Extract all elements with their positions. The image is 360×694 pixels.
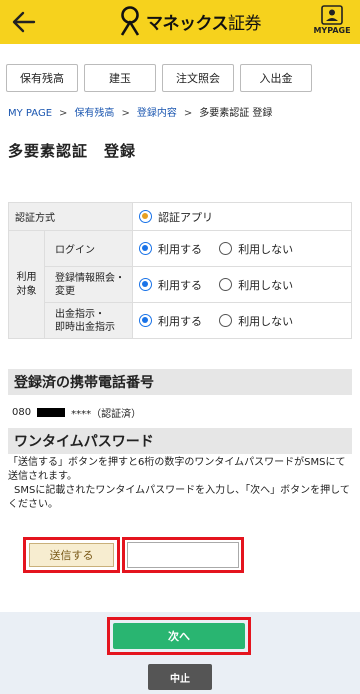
withdraw-nouse-radio[interactable] bbox=[219, 314, 233, 327]
back-button[interactable] bbox=[6, 4, 42, 40]
next-button-highlight: 次へ bbox=[107, 617, 251, 655]
row-label-info: 登録情報照会・ 変更 bbox=[44, 266, 133, 303]
mypage-label: MYPAGE bbox=[313, 26, 351, 35]
auth-method-cell: 認証アプリ bbox=[132, 202, 352, 231]
otp-desc-1: 「送信する」ボタンを押すと6桁の数字のワンタイムパスワードがSMSにて送信されま… bbox=[8, 457, 346, 482]
breadcrumb-mypage[interactable]: MY PAGE bbox=[8, 108, 52, 119]
info-use-radio[interactable] bbox=[139, 278, 152, 291]
auth-settings-table: 認証方式 認証アプリ 利用 対象 ログイン 利用する 利用しない 登録情報照会・変… bbox=[8, 202, 352, 339]
next-button[interactable]: 次へ bbox=[113, 623, 245, 649]
mypage-button[interactable]: MYPAGE bbox=[310, 3, 354, 41]
tab-deposit-withdraw[interactable]: 入出金 bbox=[240, 64, 312, 92]
page-title: 多要素認証 登録 bbox=[8, 142, 137, 160]
arrow-left-icon bbox=[12, 11, 36, 33]
account-tabs: 保有残高 建玉 注文照会 入出金 bbox=[0, 64, 360, 92]
auth-method-label: 認証方式 bbox=[8, 202, 133, 231]
otp-input[interactable] bbox=[127, 542, 239, 568]
breadcrumb-current: 多要素認証 登録 bbox=[199, 108, 273, 119]
breadcrumb: MY PAGE > 保有残高 > 登録内容 > 多要素認証 登録 bbox=[8, 104, 272, 119]
auth-method-value: 認証アプリ bbox=[158, 210, 213, 224]
send-button-highlight: 送信する bbox=[23, 537, 120, 573]
login-options: 利用する 利用しない bbox=[132, 230, 352, 267]
usage-target-label: 利用 対象 bbox=[8, 230, 45, 339]
send-button[interactable]: 送信する bbox=[29, 543, 114, 567]
tab-orders[interactable]: 注文照会 bbox=[162, 64, 234, 92]
withdraw-options: 利用する 利用しない bbox=[132, 302, 352, 339]
info-nouse-radio[interactable] bbox=[219, 278, 233, 291]
app-header: マネックス証券 MYPAGE bbox=[0, 0, 360, 44]
withdraw-use-radio[interactable] bbox=[139, 314, 152, 327]
breadcrumb-holdings[interactable]: 保有残高 bbox=[74, 108, 114, 119]
row-label-withdraw: 出金指示・ 即時出金指示 bbox=[44, 302, 133, 339]
row-label-login: ログイン bbox=[44, 230, 133, 267]
phone-section-title: 登録済の携帯電話番号 bbox=[8, 369, 352, 395]
auth-app-radio[interactable] bbox=[139, 210, 152, 223]
login-nouse-radio[interactable] bbox=[219, 242, 233, 255]
tab-holdings[interactable]: 保有残高 bbox=[6, 64, 78, 92]
info-options: 利用する 利用しない bbox=[132, 266, 352, 303]
breadcrumb-separator: > bbox=[59, 108, 68, 119]
otp-input-highlight bbox=[122, 537, 244, 573]
masked-number bbox=[37, 408, 66, 417]
monex-logo-icon bbox=[120, 6, 140, 36]
registered-phone: 080 ****（認証済） bbox=[12, 407, 142, 420]
logo-text: マネックス証券 bbox=[146, 13, 262, 34]
login-use-radio[interactable] bbox=[139, 242, 152, 255]
mypage-icon bbox=[321, 5, 343, 25]
tab-positions[interactable]: 建玉 bbox=[84, 64, 156, 92]
otp-desc-2: SMSに記載されたワンタイムパスワードを入力し、「次へ」ボタンを押してください。 bbox=[8, 485, 350, 510]
cancel-button[interactable]: 中止 bbox=[148, 664, 212, 690]
breadcrumb-separator: > bbox=[183, 108, 193, 119]
otp-description: 「送信する」ボタンを押すと6桁の数字のワンタイムパスワードがSMSにて送信されま… bbox=[8, 456, 354, 512]
monex-logo[interactable]: マネックス証券 bbox=[118, 6, 262, 36]
otp-section-title: ワンタイムパスワード bbox=[8, 428, 352, 454]
breadcrumb-registration[interactable]: 登録内容 bbox=[137, 108, 177, 119]
breadcrumb-separator: > bbox=[121, 108, 130, 119]
